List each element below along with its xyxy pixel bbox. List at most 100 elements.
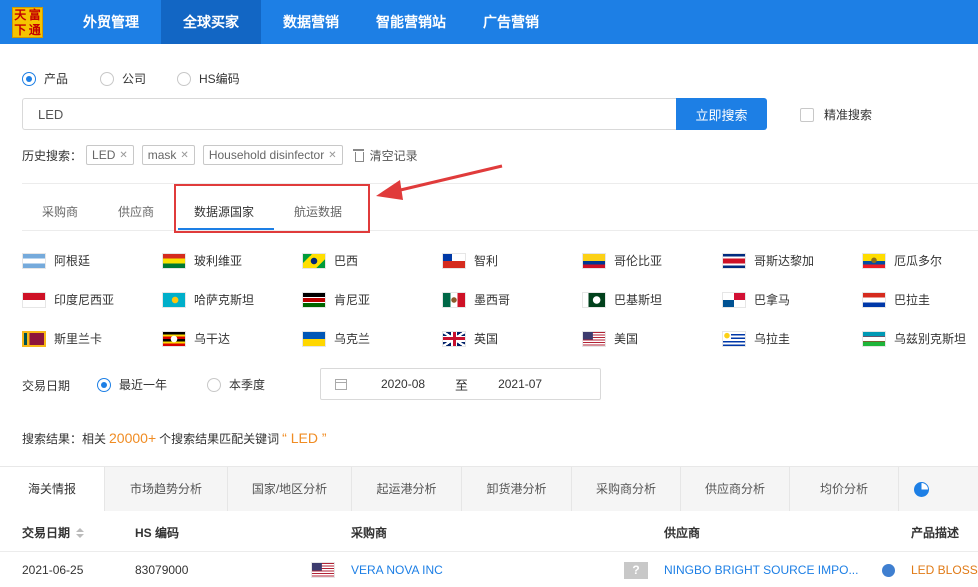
uzbekistan-flag-icon xyxy=(862,330,886,347)
radio-dot[interactable] xyxy=(100,71,114,86)
country-label: 印度尼西亚 xyxy=(54,293,115,307)
country-argentina[interactable]: 阿根廷 xyxy=(22,252,90,269)
country-label: 哈萨克斯坦 xyxy=(194,293,255,307)
chile-flag-icon xyxy=(442,252,466,269)
country-uganda[interactable]: 乌干达 xyxy=(162,330,230,347)
cell-buyer-link[interactable]: VERA NOVA INC xyxy=(351,563,443,577)
logo-char: 通 xyxy=(28,22,41,37)
radio-this-quarter[interactable]: 本季度 xyxy=(207,376,265,393)
nav-smart-site[interactable]: 智能营销站 xyxy=(362,0,460,44)
cell-product[interactable]: LED BLOSSO xyxy=(911,563,978,577)
tab-country-region[interactable]: 国家/地区分析 xyxy=(228,467,352,511)
search-button[interactable]: 立即搜索 xyxy=(676,98,767,130)
argentina-flag-icon xyxy=(22,252,46,269)
country-usa[interactable]: 美国 xyxy=(582,330,638,347)
paraguay-flag-icon xyxy=(862,291,886,308)
close-icon[interactable]: ✕ xyxy=(119,150,127,161)
tab-discharge-port[interactable]: 卸货港分析 xyxy=(462,467,572,511)
pakistan-flag-icon xyxy=(582,291,606,308)
results-summary: 搜索结果：相关 20000+ 个搜索结果匹配关键词 “ LED ” xyxy=(22,430,329,447)
country-brazil[interactable]: 巴西 xyxy=(302,252,358,269)
country-panama[interactable]: 巴拿马 xyxy=(722,291,790,308)
country-paraguay[interactable]: 巴拉圭 xyxy=(862,291,930,308)
usa-flag-icon xyxy=(582,330,606,347)
country-label: 玻利维亚 xyxy=(194,254,243,268)
search-input[interactable] xyxy=(22,98,677,130)
country-label: 哥伦比亚 xyxy=(614,254,663,268)
radio-label: HS编码 xyxy=(199,72,240,86)
radio-product[interactable]: 产品 xyxy=(22,70,68,87)
radio-dot[interactable] xyxy=(22,71,36,86)
country-label: 巴拿马 xyxy=(754,293,791,307)
country-kenya[interactable]: 肯尼亚 xyxy=(302,291,370,308)
country-uk[interactable]: 英国 xyxy=(442,330,498,347)
close-icon[interactable]: ✕ xyxy=(180,150,188,161)
kazakhstan-flag-icon xyxy=(162,291,186,308)
country-indonesia[interactable]: 印度尼西亚 xyxy=(22,291,114,308)
country-label: 斯里兰卡 xyxy=(54,332,103,346)
country-chile[interactable]: 智利 xyxy=(442,252,498,269)
cell-date: 2021-06-25 xyxy=(22,563,84,577)
country-sri-lanka[interactable]: 斯里兰卡 xyxy=(22,330,102,347)
nav-data-marketing[interactable]: 数据营销 xyxy=(262,0,360,44)
exact-search-toggle[interactable]: 精准搜索 xyxy=(800,106,872,123)
country-uzbekistan[interactable]: 乌兹别克斯坦 xyxy=(862,330,966,347)
pie-chart-icon[interactable] xyxy=(914,482,929,497)
country-ecuador[interactable]: 厄瓜多尔 xyxy=(862,252,942,269)
globe-icon[interactable] xyxy=(882,564,895,577)
ukraine-flag-icon xyxy=(302,330,326,347)
tab-avg-price[interactable]: 均价分析 xyxy=(790,467,899,511)
country-label: 阿根廷 xyxy=(54,254,91,268)
country-uruguay[interactable]: 乌拉圭 xyxy=(722,330,790,347)
country-costa-rica[interactable]: 哥斯达黎加 xyxy=(722,252,814,269)
country-pakistan[interactable]: 巴基斯坦 xyxy=(582,291,662,308)
history-tag[interactable]: Household disinfector ✕ xyxy=(202,145,343,165)
date-range-picker[interactable]: 2020-08 至 2021-07 xyxy=(320,368,601,400)
cell-supplier-link[interactable]: NINGBO BRIGHT SOURCE IMPO... xyxy=(664,563,858,577)
col-trade-date[interactable]: 交易日期 xyxy=(22,524,85,541)
table-header: 交易日期 HS 编码 采购商 供应商 产品描述 xyxy=(0,511,978,552)
radio-label: 本季度 xyxy=(229,378,266,392)
country-mexico[interactable]: 墨西哥 xyxy=(442,291,510,308)
country-label: 肯尼亚 xyxy=(334,293,371,307)
date-start[interactable]: 2020-08 xyxy=(381,377,425,391)
close-icon[interactable]: ✕ xyxy=(328,150,336,161)
radio-company[interactable]: 公司 xyxy=(100,70,146,87)
country-bolivia[interactable]: 玻利维亚 xyxy=(162,252,242,269)
country-label: 哥斯达黎加 xyxy=(754,254,815,268)
tab-market-trend[interactable]: 市场趋势分析 xyxy=(105,467,228,511)
country-ukraine[interactable]: 乌克兰 xyxy=(302,330,370,347)
sort-icon[interactable] xyxy=(76,527,85,539)
date-end[interactable]: 2021-07 xyxy=(498,377,542,391)
radio-hs-code[interactable]: HS编码 xyxy=(177,70,240,87)
tab-suppliers[interactable]: 供应商 xyxy=(118,203,154,220)
calendar-icon xyxy=(335,378,347,390)
country-colombia[interactable]: 哥伦比亚 xyxy=(582,252,662,269)
app-logo[interactable]: 天 富 下 通 xyxy=(12,7,43,38)
radio-label: 公司 xyxy=(122,72,147,86)
usa-flag-icon xyxy=(311,562,335,578)
logo-char: 富 xyxy=(28,8,41,22)
tab-buyer-analysis[interactable]: 采购商分析 xyxy=(572,467,681,511)
uk-flag-icon xyxy=(442,330,466,347)
uruguay-flag-icon xyxy=(722,330,746,347)
country-kazakhstan[interactable]: 哈萨克斯坦 xyxy=(162,291,254,308)
nav-ad-marketing[interactable]: 广告营销 xyxy=(462,0,560,44)
exact-search-checkbox[interactable] xyxy=(800,107,814,122)
colombia-flag-icon xyxy=(582,252,606,269)
tab-buyers[interactable]: 采购商 xyxy=(42,203,78,220)
nav-foreign-trade[interactable]: 外贸管理 xyxy=(62,0,160,44)
history-tag[interactable]: LED ✕ xyxy=(86,145,134,165)
radio-dot[interactable] xyxy=(177,71,191,86)
results-keyword: “ LED ” xyxy=(282,430,327,446)
nav-global-buyers[interactable]: 全球买家 xyxy=(161,0,261,44)
logo-char: 下 xyxy=(14,22,27,37)
radio-last-year[interactable]: 最近一年 xyxy=(97,376,167,393)
radio-dot[interactable] xyxy=(207,377,221,392)
radio-label: 最近一年 xyxy=(119,378,168,392)
tab-customs-intel[interactable]: 海关情报 xyxy=(0,467,105,511)
tab-supplier-analysis[interactable]: 供应商分析 xyxy=(681,467,790,511)
radio-dot[interactable] xyxy=(97,377,111,392)
tab-origin-port[interactable]: 起运港分析 xyxy=(352,467,462,511)
history-tag[interactable]: mask ✕ xyxy=(141,145,195,165)
